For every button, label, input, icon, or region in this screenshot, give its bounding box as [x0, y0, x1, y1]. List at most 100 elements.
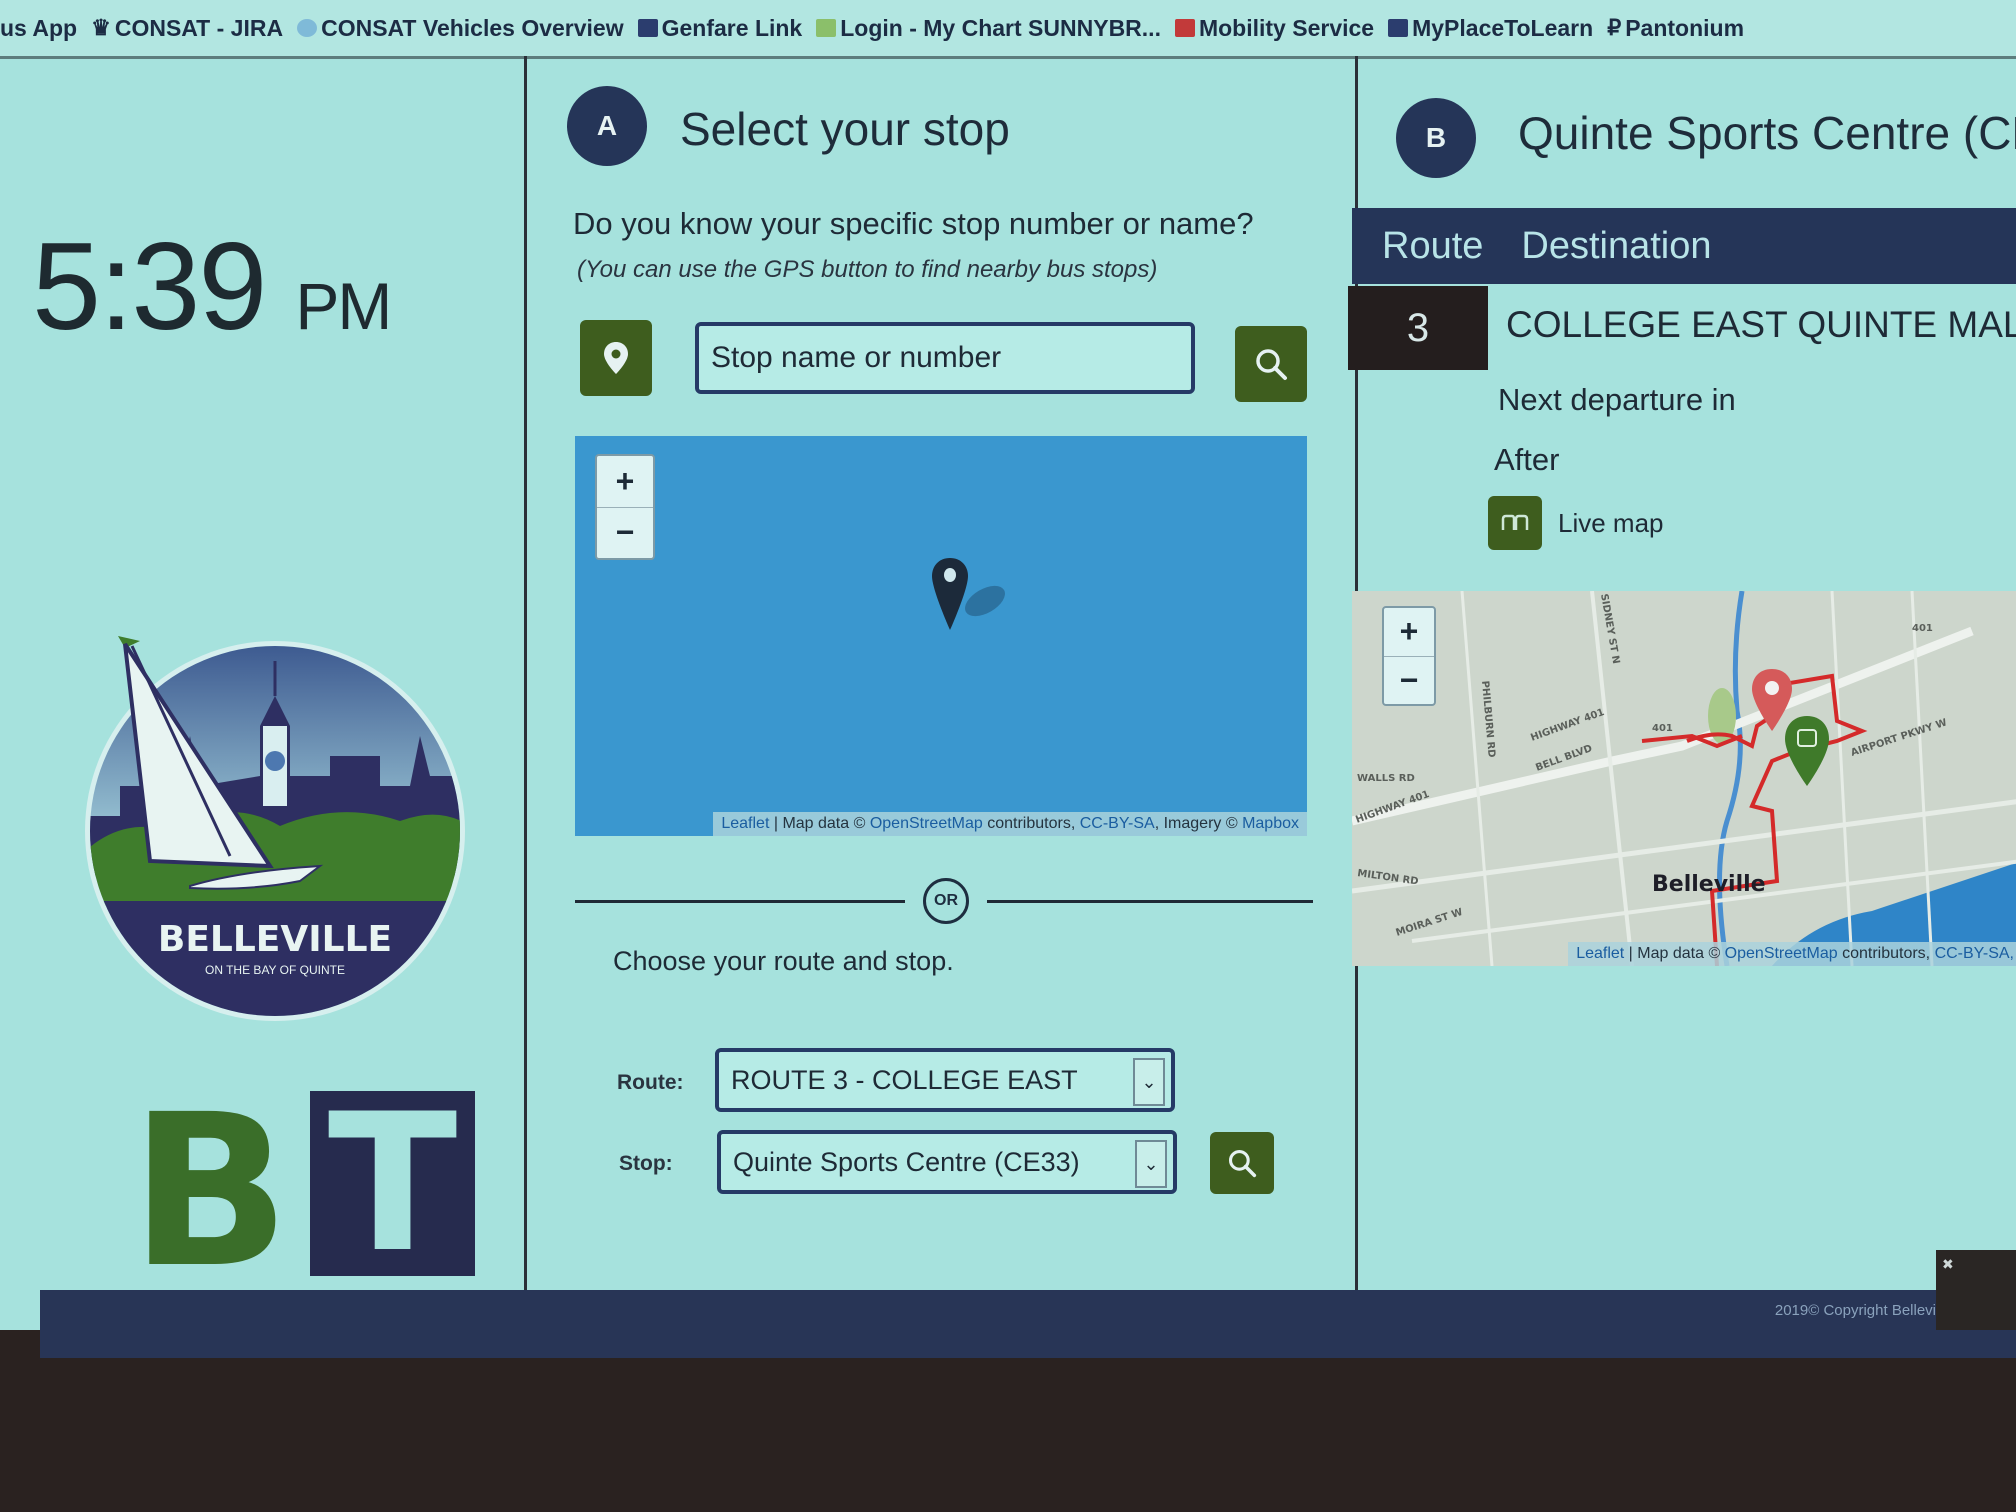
pantonium-icon: ₽: [1607, 15, 1622, 40]
select-stop-panel: A Select your stop Do you know your spec…: [545, 56, 1345, 1296]
stop-search-button[interactable]: [1235, 326, 1307, 402]
bookmark-consat-jira[interactable]: ♛ CONSAT - JIRA: [91, 15, 283, 42]
bus-icon: [1501, 514, 1529, 530]
after-label: After: [1494, 442, 1560, 477]
attribution-text: | Map data ©: [1624, 945, 1725, 962]
page-icon: [816, 19, 837, 37]
leaflet-link[interactable]: Leaflet: [1576, 945, 1624, 962]
left-panel: 5:39 PM BELLEVILLE ON THE BAY OF QUINTE …: [0, 56, 530, 1314]
transit-logo: B T: [130, 1069, 476, 1314]
kiosk-screen: us App ♛ CONSAT - JIRA CONSAT Vehicles Ov…: [0, 0, 2016, 1330]
divider-line: [575, 900, 905, 903]
page-footer: 2019© Copyright Bellevi: [40, 1290, 2016, 1358]
map-city-label: Belleville: [1652, 872, 1766, 897]
attribution-text: | Map data ©: [769, 815, 870, 832]
route-stop-search-button[interactable]: [1210, 1132, 1274, 1194]
route-map[interactable]: Belleville HIGHWAY 401 HIGHWAY 401 BELL …: [1352, 591, 2016, 966]
location-pin-icon: [604, 342, 628, 374]
logo-tagline: ON THE BAY OF QUINTE: [205, 963, 345, 977]
bookmark-bus-app[interactable]: us App: [0, 15, 77, 42]
bookmark-mobility-service[interactable]: Mobility Service: [1174, 15, 1374, 42]
step-a-badge: A: [567, 86, 647, 166]
bookmark-label: MyPlaceToLearn: [1412, 14, 1594, 41]
clock-time: 5:39: [32, 218, 267, 356]
bookmark-myplacetolearn[interactable]: MyPlaceToLearn: [1388, 15, 1593, 42]
bookmark-label: Genfare Link: [661, 14, 803, 41]
zoom-in-button[interactable]: +: [1384, 608, 1434, 657]
myplace-icon: [1388, 19, 1409, 37]
zoom-out-button[interactable]: −: [597, 508, 653, 559]
stop-question: Do you know your specific stop number or…: [573, 206, 1254, 241]
genfare-icon: [637, 19, 658, 37]
bookmark-consat-vehicles[interactable]: CONSAT Vehicles Overview: [297, 15, 624, 42]
bookmark-label: Login - My Chart SUNNYBR...: [840, 14, 1161, 41]
stop-map[interactable]: + − Leaflet | Map data © OpenStreetMap c…: [575, 436, 1307, 836]
stop-search-input[interactable]: [695, 322, 1195, 394]
bookmark-my-chart[interactable]: Login - My Chart SUNNYBR...: [816, 15, 1161, 42]
notification-popup: ✖: [1936, 1250, 2016, 1330]
departures-panel: B Quinte Sports Centre (CE33) Route Dest…: [1348, 56, 2016, 1296]
belleville-logo: BELLEVILLE ON THE BAY OF QUINTE: [85, 636, 465, 1021]
osm-link[interactable]: OpenStreetMap: [870, 815, 983, 832]
clock: 5:39 PM: [32, 216, 392, 358]
clock-ampm: PM: [295, 269, 392, 343]
zoom-in-button[interactable]: +: [597, 456, 653, 508]
route-label: Route:: [617, 1071, 684, 1094]
choose-route-label: Choose your route and stop.: [613, 946, 954, 976]
bookmark-label: Pantonium: [1625, 14, 1745, 41]
road-label: 401: [1652, 723, 1673, 734]
logo-letter-t: T: [310, 1088, 476, 1278]
gps-button[interactable]: [580, 320, 652, 396]
route-map-tiles: Belleville HIGHWAY 401 HIGHWAY 401 BELL …: [1352, 591, 2016, 966]
bookmark-label: CONSAT - JIRA: [114, 14, 284, 41]
route-number-cell: 3: [1348, 286, 1488, 370]
license-link[interactable]: CC-BY-SA: [1080, 815, 1155, 832]
selected-stop-title: Quinte Sports Centre (CE33): [1518, 107, 2016, 159]
step-b-badge: B: [1396, 98, 1476, 178]
bookmark-genfare-link[interactable]: Genfare Link: [637, 14, 803, 42]
or-badge: OR: [923, 878, 969, 924]
live-map-link[interactable]: Live map: [1558, 508, 1664, 539]
zoom-out-button[interactable]: −: [1384, 657, 1434, 705]
map-marker-icon[interactable]: [930, 556, 1020, 636]
chevron-down-icon: ⌄: [1135, 1140, 1167, 1188]
map-attribution: Leaflet | Map data © OpenStreetMap contr…: [1568, 942, 2016, 966]
live-map-button[interactable]: [1488, 496, 1542, 550]
route-select[interactable]: ROUTE 3 - COLLEGE EAST ⌄: [715, 1048, 1175, 1112]
search-icon: [1256, 349, 1287, 380]
mobility-icon: [1174, 19, 1195, 37]
attribution-text: contributors,: [982, 815, 1080, 832]
bookmarks-bar: us App ♛ CONSAT - JIRA CONSAT Vehicles Ov…: [0, 0, 2016, 59]
map-zoom-control: + −: [595, 454, 655, 560]
departures-table-header: Route Destination: [1352, 208, 2016, 284]
mapbox-link[interactable]: Mapbox: [1242, 815, 1299, 832]
license-link[interactable]: CC-BY-SA,: [1935, 945, 2014, 962]
logo-letter-b: B: [130, 1069, 291, 1314]
divider-line: [987, 900, 1313, 903]
bookmark-label: CONSAT Vehicles Overview: [321, 14, 624, 41]
section-a-title: Select your stop: [680, 103, 1010, 155]
bookmark-pantonium[interactable]: ₽ Pantonium: [1607, 15, 1744, 42]
stop-select-value: Quinte Sports Centre (CE33): [733, 1146, 1080, 1177]
gps-hint: (You can use the GPS button to find near…: [577, 256, 1158, 283]
attribution-text: , Imagery ©: [1154, 815, 1243, 832]
road-label: 401: [1912, 623, 1933, 634]
stop-select[interactable]: Quinte Sports Centre (CE33) ⌄: [717, 1130, 1177, 1194]
or-divider: OR: [575, 876, 1315, 926]
column-header-route: Route: [1382, 224, 1484, 267]
chevron-down-icon: ⌄: [1133, 1058, 1165, 1106]
column-header-destination: Destination: [1521, 224, 1712, 267]
stop-label: Stop:: [619, 1152, 673, 1175]
map-attribution: Leaflet | Map data © OpenStreetMap contr…: [713, 812, 1307, 836]
jira-icon: ♛: [91, 15, 111, 40]
copyright-text: 2019© Copyright Bellevi: [1774, 1302, 1936, 1319]
osm-link[interactable]: OpenStreetMap: [1725, 945, 1838, 962]
close-icon[interactable]: ✖: [1942, 1256, 1954, 1273]
destination-cell: COLLEGE EAST QUINTE MALL: [1506, 304, 2016, 345]
leaflet-link[interactable]: Leaflet: [721, 815, 769, 832]
route-select-value: ROUTE 3 - COLLEGE EAST: [731, 1064, 1078, 1095]
globe-icon: [297, 19, 318, 37]
search-icon: [1228, 1149, 1257, 1178]
road-label: WALLS RD: [1357, 773, 1415, 784]
attribution-text: contributors,: [1837, 945, 1935, 962]
